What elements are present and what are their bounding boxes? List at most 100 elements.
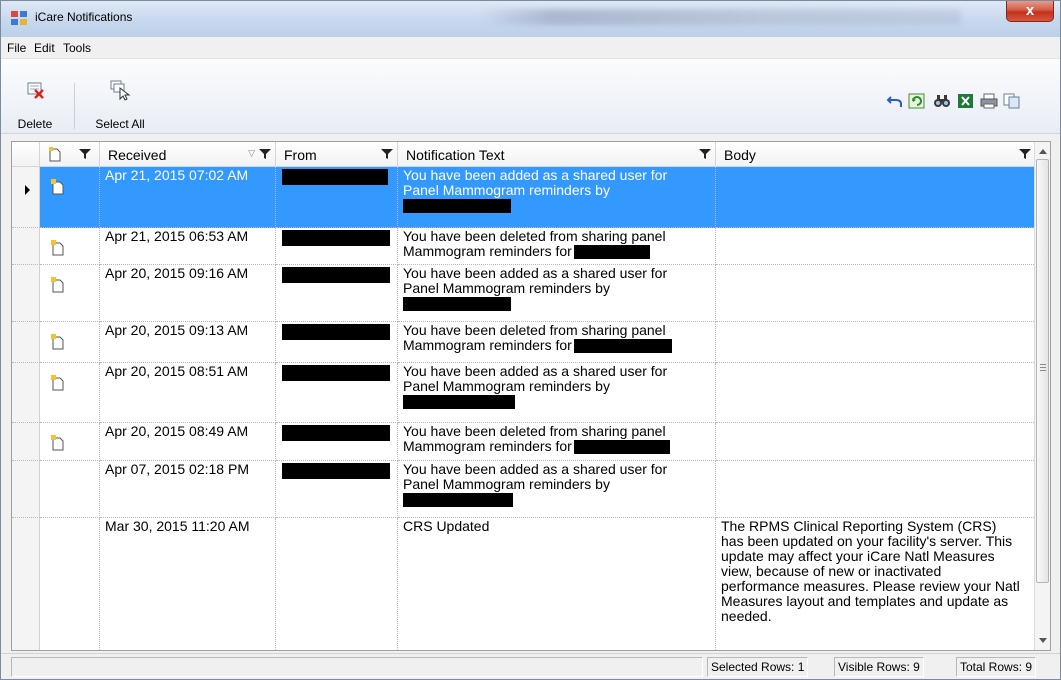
notification-text-cell[interactable]: You have been added as a shared user for… <box>398 265 716 322</box>
menu-file[interactable]: File <box>7 41 26 55</box>
received-text: Apr 20, 2015 09:13 AM <box>105 322 249 338</box>
notification-text-cell[interactable]: You have been added as a shared user for… <box>398 461 716 518</box>
excel-export-icon[interactable] <box>957 93 975 109</box>
received-text: Apr 20, 2015 08:49 AM <box>105 423 249 439</box>
body-cell[interactable] <box>716 228 1036 265</box>
from-cell[interactable] <box>276 322 398 363</box>
column-header-body[interactable]: Body <box>716 142 1036 167</box>
redacted-user <box>403 395 515 410</box>
from-cell[interactable] <box>276 167 398 228</box>
sort-descending-icon[interactable]: ▽ <box>248 148 255 159</box>
row-status-cell[interactable] <box>40 461 100 518</box>
find-icon[interactable] <box>933 93 951 109</box>
column-header-icon[interactable] <box>40 142 100 167</box>
table-row[interactable]: Apr 21, 2015 07:02 AM You have been added… <box>12 167 1036 228</box>
row-header[interactable] <box>12 518 40 650</box>
received-cell[interactable]: Apr 20, 2015 08:51 AM <box>100 363 276 423</box>
received-cell[interactable]: Mar 30, 2015 11:20 AM <box>100 518 276 650</box>
notification-text-cell[interactable]: You have been deleted from sharing panel… <box>398 322 716 363</box>
from-cell[interactable] <box>276 265 398 322</box>
notification-text-cell[interactable]: You have been deleted from sharing panel… <box>398 423 716 461</box>
table-row[interactable]: Apr 20, 2015 08:49 AM You have been delet… <box>12 423 1036 461</box>
scroll-down-icon[interactable] <box>1039 638 1047 643</box>
scroll-thumb[interactable] <box>1036 159 1049 583</box>
received-text: Apr 20, 2015 09:16 AM <box>105 265 249 281</box>
notification-text-cell[interactable]: You have been added as a shared user for… <box>398 167 716 228</box>
row-status-cell[interactable] <box>40 363 100 423</box>
body-cell[interactable] <box>716 265 1036 322</box>
column-header-from[interactable]: From <box>276 142 398 167</box>
row-status-cell[interactable] <box>40 167 100 228</box>
row-header[interactable] <box>12 322 40 363</box>
from-cell[interactable] <box>276 461 398 518</box>
column-header-received[interactable]: Received ▽ <box>100 142 276 167</box>
filter-icon[interactable] <box>381 148 393 160</box>
row-status-cell[interactable] <box>40 423 100 461</box>
from-cell[interactable] <box>276 363 398 423</box>
body-cell[interactable] <box>716 461 1036 518</box>
filter-icon[interactable] <box>1019 148 1031 160</box>
column-header-notification-text[interactable]: Notification Text <box>398 142 716 167</box>
row-status-cell[interactable] <box>40 518 100 650</box>
table-row[interactable]: Apr 21, 2015 06:53 AM You have been delet… <box>12 228 1036 265</box>
received-cell[interactable]: Apr 07, 2015 02:18 PM <box>100 461 276 518</box>
new-notification-icon <box>51 240 64 256</box>
table-row[interactable]: Apr 07, 2015 02:18 PM You have been added… <box>12 461 1036 518</box>
table-row[interactable]: Apr 20, 2015 09:16 AM You have been added… <box>12 265 1036 322</box>
row-header-corner <box>12 142 40 167</box>
menu-tools[interactable]: Tools <box>63 41 91 55</box>
body-cell[interactable] <box>716 322 1036 363</box>
received-text: Apr 20, 2015 08:51 AM <box>105 363 249 379</box>
filter-icon[interactable] <box>259 148 271 160</box>
filter-icon[interactable] <box>79 148 91 160</box>
row-header[interactable] <box>12 265 40 322</box>
undo-icon[interactable] <box>886 93 904 109</box>
received-cell[interactable]: Apr 21, 2015 07:02 AM <box>100 167 276 228</box>
redacted-user <box>403 297 511 312</box>
row-header[interactable] <box>12 423 40 461</box>
received-cell[interactable]: Apr 20, 2015 09:13 AM <box>100 322 276 363</box>
table-row[interactable]: Apr 20, 2015 09:13 AM You have been delet… <box>12 322 1036 363</box>
body-header-label: Body <box>724 147 756 163</box>
body-cell[interactable] <box>716 363 1036 423</box>
body-cell[interactable]: The RPMS Clinical Reporting System (CRS)… <box>716 518 1036 650</box>
received-cell[interactable]: Apr 20, 2015 08:49 AM <box>100 423 276 461</box>
row-header[interactable] <box>12 228 40 265</box>
redacted-user <box>573 245 650 260</box>
table-row[interactable]: Apr 20, 2015 08:51 AM You have been added… <box>12 363 1036 423</box>
notification-text-cell[interactable]: You have been added as a shared user for… <box>398 363 716 423</box>
title-bar[interactable]: iCare Notifications x <box>1 1 1060 37</box>
row-status-cell[interactable] <box>40 265 100 322</box>
menu-edit[interactable]: Edit <box>34 41 55 55</box>
from-cell[interactable] <box>276 518 398 650</box>
print-icon[interactable] <box>980 93 998 109</box>
body-cell[interactable] <box>716 423 1036 461</box>
notification-text-cell[interactable]: CRS Updated <box>398 518 716 650</box>
new-notification-icon <box>51 179 64 195</box>
row-header[interactable] <box>12 461 40 518</box>
scroll-up-icon[interactable] <box>1039 149 1047 154</box>
redacted-user <box>403 493 513 508</box>
total-rows-count: Total Rows: 9 <box>956 657 1037 677</box>
row-header[interactable] <box>12 167 40 228</box>
close-button[interactable]: x <box>1006 1 1054 22</box>
table-row[interactable]: Mar 30, 2015 11:20 AM CRS Updated The RPMS… <box>12 518 1036 650</box>
received-cell[interactable]: Apr 21, 2015 06:53 AM <box>100 228 276 265</box>
filter-icon[interactable] <box>699 148 711 160</box>
row-status-cell[interactable] <box>40 322 100 363</box>
received-cell[interactable]: Apr 20, 2015 09:16 AM <box>100 265 276 322</box>
new-notification-header-icon <box>49 147 61 162</box>
from-cell[interactable] <box>276 423 398 461</box>
vertical-scrollbar[interactable] <box>1034 142 1050 650</box>
notification-text: You have been deleted from sharing panel… <box>403 424 703 455</box>
selected-rows-count: Selected Rows: 1 <box>707 657 809 677</box>
from-cell[interactable] <box>276 228 398 265</box>
body-cell[interactable] <box>716 167 1036 228</box>
refresh-icon[interactable] <box>908 93 926 109</box>
received-text: Mar 30, 2015 11:20 AM <box>105 518 250 534</box>
copy-icon[interactable] <box>1003 93 1021 109</box>
current-row-indicator-icon <box>25 185 30 195</box>
notification-text-cell[interactable]: You have been deleted from sharing panel… <box>398 228 716 265</box>
row-status-cell[interactable] <box>40 228 100 265</box>
row-header[interactable] <box>12 363 40 423</box>
